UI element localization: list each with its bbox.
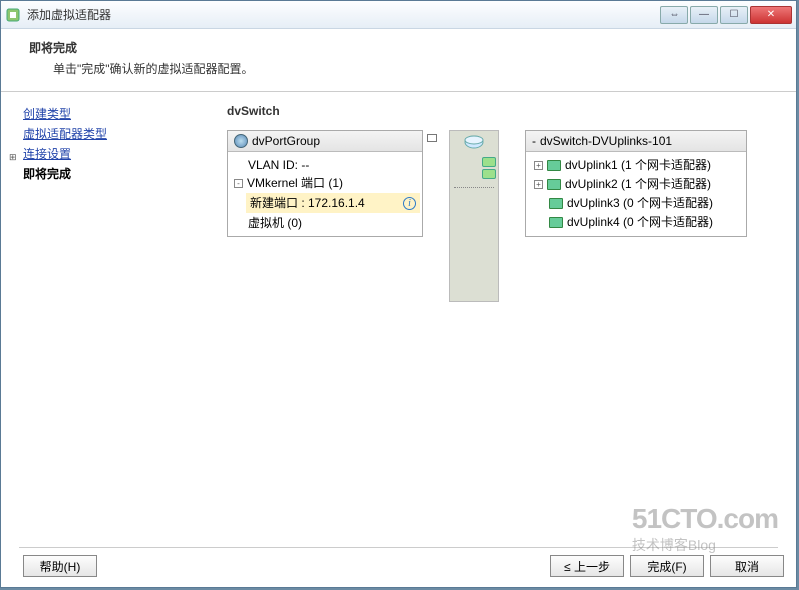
- window-buttons: ⇔ — ☐ ✕: [660, 6, 792, 24]
- connector-right: [503, 130, 521, 146]
- minimize-button[interactable]: —: [690, 6, 718, 24]
- step-adapter-type[interactable]: 虚拟适配器类型: [23, 124, 205, 144]
- step-connection-settings[interactable]: 连接设置: [23, 144, 205, 164]
- uplinks-panel: - dvSwitch-DVUplinks-101 +dvUplink1 (1 个…: [525, 130, 747, 237]
- uplink-item[interactable]: +dvUplink1 (1 个网卡适配器): [532, 156, 740, 175]
- cancel-button[interactable]: 取消: [710, 555, 784, 577]
- expand-icon[interactable]: +: [534, 161, 543, 170]
- context-help-button[interactable]: ⇔: [660, 6, 688, 24]
- nic-icon: [549, 217, 563, 228]
- wizard-header: 即将完成 单击"完成"确认新的虚拟适配器配置。: [1, 29, 796, 92]
- port-indicator-icon: [482, 169, 496, 179]
- maximize-button[interactable]: ☐: [720, 6, 748, 24]
- new-port-row[interactable]: 新建端口 : 172.16.1.4 i: [246, 193, 420, 213]
- window-title: 添加虚拟适配器: [27, 6, 660, 23]
- dialog-window: 添加虚拟适配器 ⇔ — ☐ ✕ 即将完成 单击"完成"确认新的虚拟适配器配置。 …: [0, 0, 797, 588]
- help-button[interactable]: 帮助(H): [23, 555, 97, 577]
- wizard-body: 创建类型 虚拟适配器类型 连接设置 即将完成 dvSwitch dvPortGr…: [1, 92, 796, 544]
- header-title: 即将完成: [29, 39, 778, 56]
- collapse-icon[interactable]: -: [532, 134, 536, 148]
- vlan-row: VLAN ID: --: [248, 156, 416, 174]
- vm-row: 虚拟机 (0): [248, 214, 416, 232]
- uplink-item[interactable]: +dvUplink2 (1 个网卡适配器): [532, 175, 740, 194]
- nic-icon: [549, 198, 563, 209]
- switch-icon: [464, 135, 484, 152]
- portgroup-header: dvPortGroup: [228, 131, 422, 152]
- uplink-item[interactable]: dvUplink3 (0 个网卡适配器): [532, 194, 740, 213]
- nic-icon: [547, 179, 561, 190]
- link-line: [454, 187, 494, 188]
- connector-left: [427, 130, 445, 146]
- collapse-icon[interactable]: -: [234, 179, 243, 188]
- step-create-type[interactable]: 创建类型: [23, 104, 205, 124]
- portgroup-body: VLAN ID: -- -VMkernel 端口 (1) 新建端口 : 172.…: [228, 152, 422, 236]
- expand-icon[interactable]: +: [534, 180, 543, 189]
- uplink-item[interactable]: dvUplink4 (0 个网卡适配器): [532, 213, 740, 232]
- titlebar: 添加虚拟适配器 ⇔ — ☐ ✕: [1, 1, 796, 29]
- header-description: 单击"完成"确认新的虚拟适配器配置。: [29, 60, 778, 77]
- dvswitch-title: dvSwitch: [227, 104, 784, 118]
- port-indicator-icon: [482, 157, 496, 167]
- close-button[interactable]: ✕: [750, 6, 792, 24]
- info-icon[interactable]: i: [403, 197, 416, 210]
- app-icon: [5, 7, 21, 23]
- uplinks-body: +dvUplink1 (1 个网卡适配器) +dvUplink2 (1 个网卡适…: [526, 152, 746, 236]
- step-ready-complete: 即将完成: [23, 164, 205, 184]
- vmkernel-row[interactable]: -VMkernel 端口 (1): [234, 174, 416, 192]
- wizard-steps-sidebar: 创建类型 虚拟适配器类型 连接设置 即将完成: [1, 92, 211, 544]
- switch-column: [449, 130, 499, 302]
- finish-button[interactable]: 完成(F): [630, 555, 704, 577]
- wizard-footer: 帮助(H) ≤ 上一步 完成(F) 取消: [1, 548, 796, 587]
- port-indicators: [482, 155, 496, 181]
- new-port-label: 新建端口 : 172.16.1.4: [250, 194, 365, 212]
- wizard-content: dvSwitch dvPortGroup VLAN ID: -- -VMkern…: [211, 92, 796, 544]
- back-button[interactable]: ≤ 上一步: [550, 555, 624, 577]
- uplinks-name: dvSwitch-DVUplinks-101: [540, 134, 672, 148]
- footer-separator: [19, 547, 778, 548]
- portgroup-name: dvPortGroup: [252, 134, 320, 148]
- nic-icon: [547, 160, 561, 171]
- portgroup-panel: dvPortGroup VLAN ID: -- -VMkernel 端口 (1)…: [227, 130, 423, 237]
- network-diagram: dvPortGroup VLAN ID: -- -VMkernel 端口 (1)…: [227, 130, 784, 302]
- uplinks-header: - dvSwitch-DVUplinks-101: [526, 131, 746, 152]
- globe-icon: [234, 134, 248, 148]
- footer-buttons: ≤ 上一步 完成(F) 取消: [550, 555, 784, 577]
